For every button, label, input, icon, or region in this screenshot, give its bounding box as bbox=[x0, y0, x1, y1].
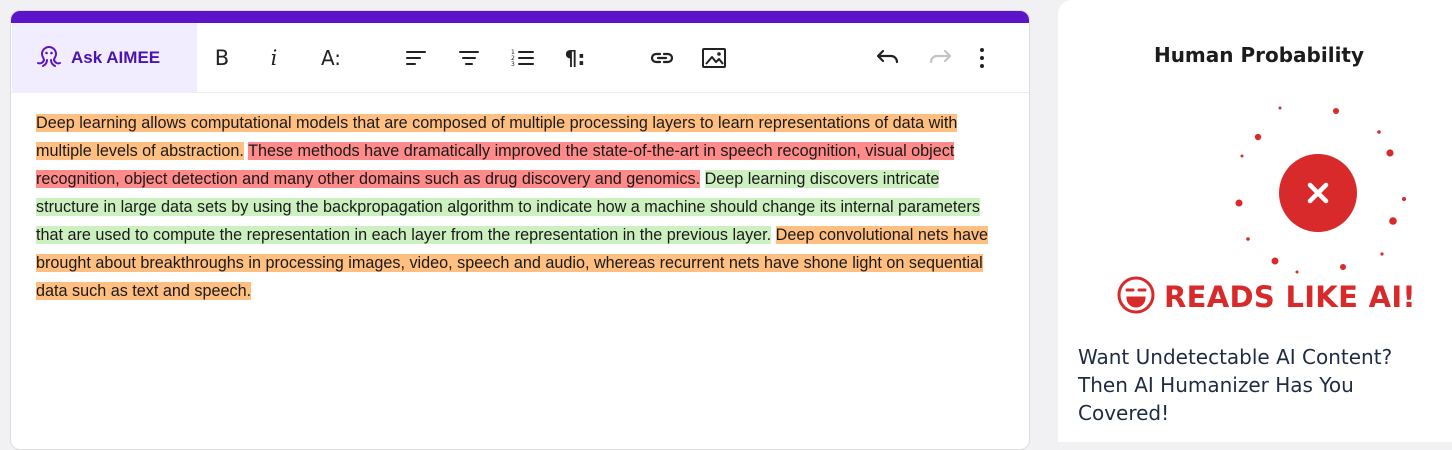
svg-text:3: 3 bbox=[511, 61, 515, 68]
verdict-label: READS LIKE AI! bbox=[1164, 280, 1416, 314]
editor-panel: Ask AIMEE B i A: 1 2 3 ¶: Deep learning … bbox=[10, 10, 1030, 450]
link-icon bbox=[649, 46, 675, 70]
font-size-button[interactable]: A: bbox=[313, 43, 349, 73]
undo-button[interactable] bbox=[873, 43, 903, 73]
numbered-list-icon: 1 2 3 bbox=[509, 46, 535, 70]
paragraph-label: ¶: bbox=[564, 46, 586, 70]
align-center-button[interactable] bbox=[454, 43, 484, 73]
redo-icon bbox=[927, 46, 953, 70]
editor-accent-bar bbox=[11, 11, 1029, 23]
verdict-row: READS LIKE AI! bbox=[1116, 275, 1416, 320]
redo-button[interactable] bbox=[925, 43, 955, 73]
image-button[interactable] bbox=[699, 43, 729, 73]
detection-sidebar: Human Probability READS LIKE AI! Want Un… bbox=[1058, 0, 1452, 442]
sidebar-title: Human Probability bbox=[1153, 43, 1365, 67]
align-left-icon bbox=[404, 46, 428, 70]
ask-aimee-label: Ask AIMEE bbox=[71, 48, 161, 67]
paragraph-button[interactable]: ¶: bbox=[557, 43, 593, 73]
undo-icon bbox=[875, 46, 901, 70]
italic-label: i bbox=[270, 46, 278, 70]
more-vertical-icon bbox=[978, 47, 986, 69]
font-size-label: A: bbox=[320, 46, 342, 70]
link-button[interactable] bbox=[647, 43, 677, 73]
image-icon bbox=[701, 46, 727, 70]
italic-button[interactable]: i bbox=[259, 43, 289, 73]
numbered-list-button[interactable]: 1 2 3 bbox=[507, 43, 537, 73]
editor-content[interactable]: Deep learning allows computational model… bbox=[36, 109, 1006, 305]
align-center-icon bbox=[457, 46, 481, 70]
ai-verdict-graphic bbox=[1116, 96, 1416, 276]
more-options-button[interactable] bbox=[967, 43, 997, 73]
bold-button[interactable]: B bbox=[207, 43, 237, 73]
bold-label: B bbox=[214, 46, 230, 70]
wink-face-icon bbox=[1116, 275, 1156, 320]
humanizer-promo-text[interactable]: Want Undetectable AI Content? Then AI Hu… bbox=[1078, 343, 1438, 427]
editor-toolbar: Ask AIMEE B i A: 1 2 3 ¶: bbox=[11, 23, 1029, 93]
close-icon bbox=[1279, 154, 1357, 232]
ask-aimee-button[interactable]: Ask AIMEE bbox=[12, 23, 197, 93]
octopus-icon bbox=[35, 42, 63, 75]
align-left-button[interactable] bbox=[401, 43, 431, 73]
